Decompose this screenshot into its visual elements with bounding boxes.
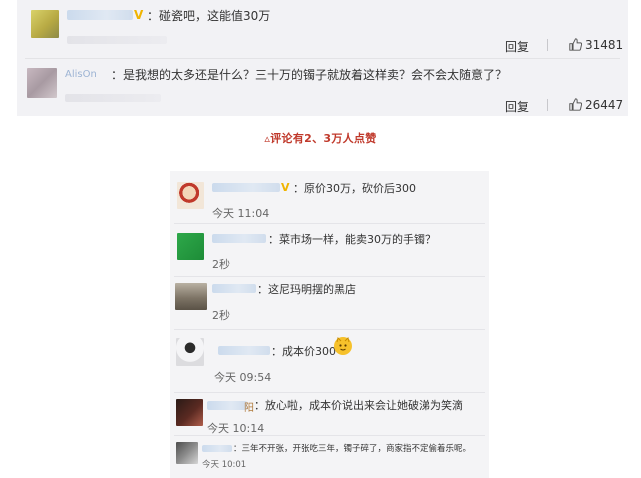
like-count: 26447 [585, 98, 624, 112]
thumbs-up-icon [569, 98, 583, 111]
comment-meta-blurred [65, 94, 161, 102]
timestamp: 2秒 [212, 258, 230, 271]
verified-badge-icon: V [281, 181, 290, 194]
timestamp: 今天 11:04 [212, 207, 270, 220]
username-blurred[interactable] [212, 234, 266, 243]
avatar[interactable] [177, 233, 204, 260]
comment-text: ：三年不开张，开张吃三年，镯子碎了，商家指不定偷着乐呢。 [233, 444, 472, 454]
username-partial[interactable]: 阳 [244, 399, 254, 414]
timestamp: 2秒 [212, 309, 230, 322]
username-blurred[interactable] [207, 401, 247, 410]
comment-text: ：菜市场一样，能卖30万的手镯？ [268, 233, 436, 246]
avatar[interactable] [177, 182, 204, 209]
avatar[interactable] [175, 283, 207, 310]
comment-text: ：原价30万，砍价后300 [293, 182, 416, 195]
timestamp: 今天 10:14 [207, 422, 265, 435]
chat-comment-item: ：三年不开张，开张吃三年，镯子碎了，商家指不定偷着乐呢。 今天 10:01 [170, 436, 489, 478]
comment-item: V ：碰瓷吧，这能值30万 回复 31481 [17, 0, 628, 58]
divider [547, 99, 548, 111]
avatar[interactable] [27, 68, 57, 98]
comment-text: ：成本价300 [271, 345, 336, 358]
avatar[interactable] [176, 338, 204, 366]
like-button[interactable]: 31481 [569, 38, 623, 52]
avatar[interactable] [31, 10, 59, 38]
reply-button[interactable]: 回复 [505, 98, 529, 115]
username-blurred[interactable] [212, 183, 280, 192]
comment-item: AlisOn ：是我想的太多还是什么？三十万的镯子就放着这样卖？会不会太随意了？… [17, 58, 628, 116]
chat-comment-item: 阳 ：放心啦，成本价说出来会让她破涕为笑滴 今天 10:14 [170, 393, 489, 435]
reply-button[interactable]: 回复 [505, 38, 529, 55]
chat-comment-item: ：这尼玛明摆的黑店 2秒 [170, 277, 489, 329]
divider [547, 39, 548, 51]
chat-comment-panel: V ：原价30万，砍价后300 今天 11:04 ：菜市场一样，能卖30万的手镯… [170, 171, 489, 478]
username-blurred[interactable] [67, 10, 133, 20]
comment-text: ：碰瓷吧，这能值30万 [147, 9, 271, 23]
avatar[interactable] [176, 442, 198, 464]
chat-comment-item: V ：原价30万，砍价后300 今天 11:04 [170, 171, 489, 223]
image-caption: ▵评论有2、3万人点赞 [264, 132, 377, 145]
comment-meta-blurred [67, 36, 167, 44]
comment-text: ：这尼玛明摆的黑店 [257, 283, 356, 296]
like-count: 31481 [585, 38, 624, 52]
username-blurred[interactable] [202, 445, 232, 452]
verified-badge-icon: V [134, 8, 144, 22]
top-comment-panel: V ：碰瓷吧，这能值30万 回复 31481 AlisOn ：是我想的太多还是什… [17, 0, 628, 116]
cat-face-emoji-icon [334, 337, 352, 355]
comment-text: ：是我想的太多还是什么？三十万的镯子就放着这样卖？会不会太随意了？ [111, 68, 508, 82]
username-blurred[interactable] [218, 346, 270, 355]
timestamp: 今天 09:54 [214, 371, 272, 384]
comment-text: ：放心啦，成本价说出来会让她破涕为笑滴 [254, 399, 463, 412]
username-partial[interactable]: AlisOn [65, 69, 97, 80]
avatar[interactable] [176, 399, 203, 426]
chat-comment-item: ：菜市场一样，能卖30万的手镯？ 2秒 [170, 224, 489, 276]
timestamp: 今天 10:01 [202, 460, 247, 470]
username-blurred[interactable] [212, 284, 256, 293]
chat-comment-item: ：成本价300 今天 09:54 [170, 330, 489, 392]
thumbs-up-icon [569, 38, 583, 51]
like-button[interactable]: 26447 [569, 98, 623, 112]
